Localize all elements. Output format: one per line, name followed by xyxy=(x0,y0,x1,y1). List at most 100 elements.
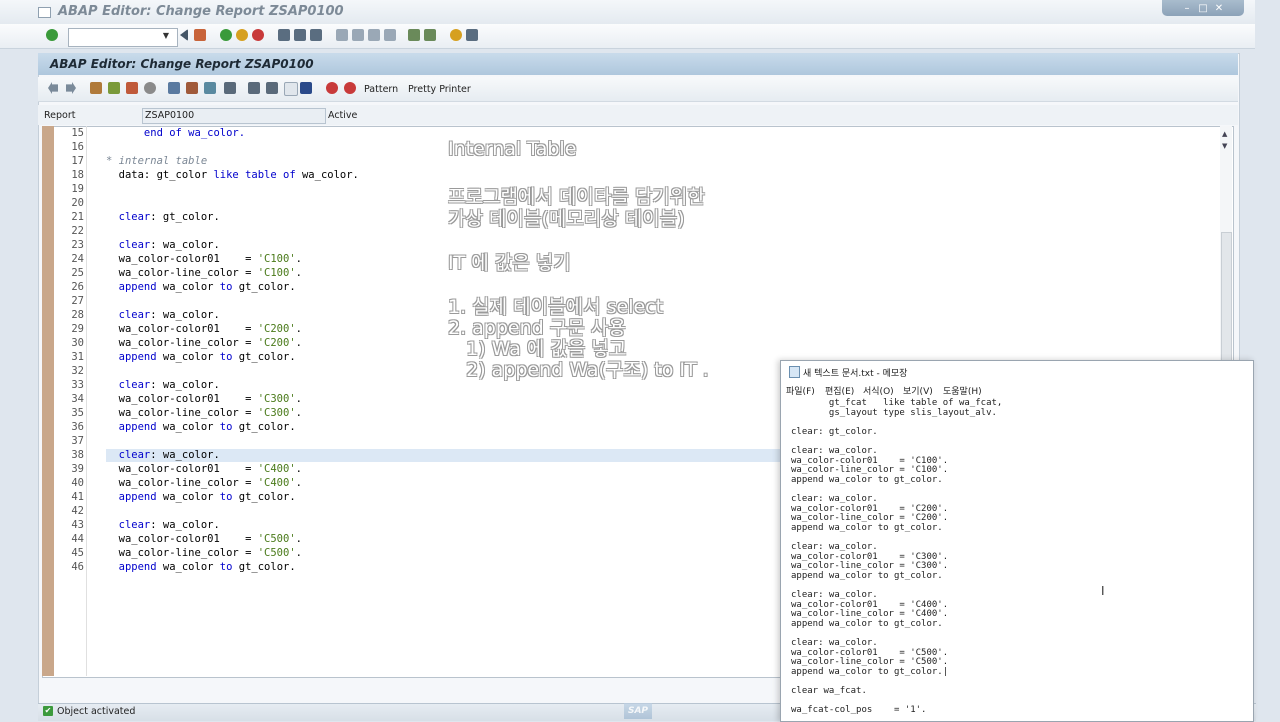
layout-menu-icon[interactable] xyxy=(466,29,478,41)
line-number: 20 xyxy=(71,197,84,209)
close-icon[interactable]: ✕ xyxy=(1212,3,1226,14)
exit-icon[interactable] xyxy=(236,29,248,41)
code-line[interactable]: wa_color-line_color = 'C400'. xyxy=(106,477,302,489)
notepad-menu-help[interactable]: 도움말(H) xyxy=(943,384,982,397)
code-line[interactable]: clear: wa_color. xyxy=(106,379,220,391)
last-page-icon[interactable] xyxy=(384,29,396,41)
code-line[interactable]: append wa_color to gt_color. xyxy=(106,421,296,433)
success-icon: ✔ xyxy=(43,706,53,716)
set-breakpoint-icon[interactable] xyxy=(326,82,338,94)
test-icon[interactable] xyxy=(186,82,198,94)
report-name-field[interactable]: ZSAP0100 xyxy=(142,108,326,124)
enter-icon[interactable] xyxy=(46,29,58,41)
line-number: 46 xyxy=(71,561,84,573)
note-line: Internal Table xyxy=(448,138,577,160)
editor-margin xyxy=(42,126,54,676)
save-icon[interactable] xyxy=(194,29,206,41)
object-list-icon[interactable] xyxy=(224,82,236,94)
code-token: wa_color xyxy=(156,421,220,433)
line-number: 40 xyxy=(71,477,84,489)
cancel-icon[interactable] xyxy=(252,29,264,41)
active-inactive-icon[interactable] xyxy=(108,82,120,94)
code-line[interactable]: * internal table xyxy=(106,155,207,167)
first-page-icon[interactable] xyxy=(336,29,348,41)
line-number: 24 xyxy=(71,253,84,265)
maximize-icon[interactable]: □ xyxy=(1196,3,1210,14)
previous-object-icon[interactable] xyxy=(48,82,58,94)
check-icon[interactable] xyxy=(144,82,156,94)
previous-page-icon[interactable] xyxy=(352,29,364,41)
hierarchy-icon[interactable] xyxy=(248,82,260,94)
notepad-menu-edit[interactable]: 편집(E) xyxy=(825,384,854,397)
activate-icon[interactable] xyxy=(168,82,180,94)
code-line[interactable]: append wa_color to gt_color. xyxy=(106,491,296,503)
help-icon[interactable] xyxy=(450,29,462,41)
code-token: * internal table xyxy=(106,155,208,167)
next-object-icon[interactable] xyxy=(66,82,76,94)
code-line[interactable]: clear: wa_color. xyxy=(106,449,220,461)
line-number: 15 xyxy=(71,127,84,139)
code-token: to xyxy=(219,561,233,573)
code-token: wa_color-color01 = xyxy=(106,393,258,405)
system-toolbar xyxy=(0,24,1255,49)
notepad-menu-file[interactable]: 파일(F) xyxy=(786,384,815,397)
code-line[interactable]: append wa_color to gt_color. xyxy=(106,561,296,573)
fullscreen-icon[interactable] xyxy=(284,82,298,96)
find-next-icon[interactable] xyxy=(310,29,322,41)
next-page-icon[interactable] xyxy=(368,29,380,41)
print-icon[interactable] xyxy=(278,29,290,41)
create-session-icon[interactable] xyxy=(408,29,420,41)
scrollbar-thumb[interactable] xyxy=(1221,232,1232,374)
code-line[interactable]: data: gt_color like table of wa_color. xyxy=(106,169,359,181)
code-line[interactable]: wa_color-color01 = 'C300'. xyxy=(106,393,302,405)
where-used-icon[interactable] xyxy=(204,82,216,94)
code-line[interactable]: clear: gt_color. xyxy=(106,211,220,223)
code-line[interactable]: append wa_color to gt_color. xyxy=(106,351,296,363)
code-line[interactable]: wa_color-line_color = 'C300'. xyxy=(106,407,302,419)
scroll-down-icon[interactable]: ▼ xyxy=(1222,142,1227,150)
back-icon[interactable] xyxy=(220,29,232,41)
code-token: : gt_color. xyxy=(150,211,220,223)
code-token: 'C300' xyxy=(257,393,296,405)
session-breakpoint-icon[interactable] xyxy=(344,82,356,94)
code-line[interactable]: clear: wa_color. xyxy=(106,309,220,321)
info-icon[interactable] xyxy=(300,82,312,94)
line-number: 16 xyxy=(71,141,84,153)
notepad-text-line: wa_color-line_color = 'C200'. xyxy=(791,513,949,524)
code-line[interactable]: wa_color-line_color = 'C100'. xyxy=(106,267,302,279)
notepad-menu-view[interactable]: 보기(V) xyxy=(903,384,933,397)
navigation-window-icon[interactable] xyxy=(266,82,278,94)
code-line[interactable]: wa_color-line_color = 'C200'. xyxy=(106,337,302,349)
code-line[interactable]: clear: wa_color. xyxy=(106,519,220,531)
code-token: . xyxy=(295,533,302,545)
pattern-button[interactable]: Pattern xyxy=(364,84,398,95)
code-token: gt_color. xyxy=(232,421,296,433)
notepad-text-line: append wa_color to gt_color. xyxy=(791,618,943,629)
other-object-icon[interactable] xyxy=(126,82,138,94)
notepad-menu-format[interactable]: 서식(O) xyxy=(863,384,894,397)
minimize-icon[interactable]: – xyxy=(1180,3,1194,14)
display-change-icon[interactable] xyxy=(90,82,102,94)
code-line[interactable]: wa_color-color01 = 'C400'. xyxy=(106,463,302,475)
code-line[interactable]: append wa_color to gt_color. xyxy=(106,281,296,293)
code-token: wa_color-line_color = xyxy=(106,267,258,279)
code-line[interactable]: wa_color-color01 = 'C200'. xyxy=(106,323,302,335)
shortcut-icon[interactable] xyxy=(424,29,436,41)
pretty-printer-button[interactable]: Pretty Printer xyxy=(408,84,471,95)
code-line[interactable]: end of wa_color. xyxy=(106,127,245,139)
code-line[interactable]: wa_color-color01 = 'C500'. xyxy=(106,533,302,545)
code-line[interactable]: clear: wa_color. xyxy=(106,239,220,251)
notepad-text-line: wa_color-line_color = 'C100'. xyxy=(791,465,949,476)
notepad-text-line: append wa_color to gt_color. xyxy=(791,474,943,485)
code-line[interactable]: wa_color-color01 = 'C100'. xyxy=(106,253,302,265)
line-number: 43 xyxy=(71,519,84,531)
code-token: to xyxy=(219,491,233,503)
scroll-up-icon[interactable]: ▲ xyxy=(1222,130,1227,138)
command-dropdown-icon[interactable]: ▼ xyxy=(160,28,172,43)
text-cursor-icon: I xyxy=(1101,584,1105,598)
find-icon[interactable] xyxy=(294,29,306,41)
window-menu-icon[interactable] xyxy=(38,7,51,18)
code-token: 'C200' xyxy=(257,323,296,335)
back-arrow-icon[interactable] xyxy=(180,29,188,41)
code-line[interactable]: wa_color-line_color = 'C500'. xyxy=(106,547,302,559)
